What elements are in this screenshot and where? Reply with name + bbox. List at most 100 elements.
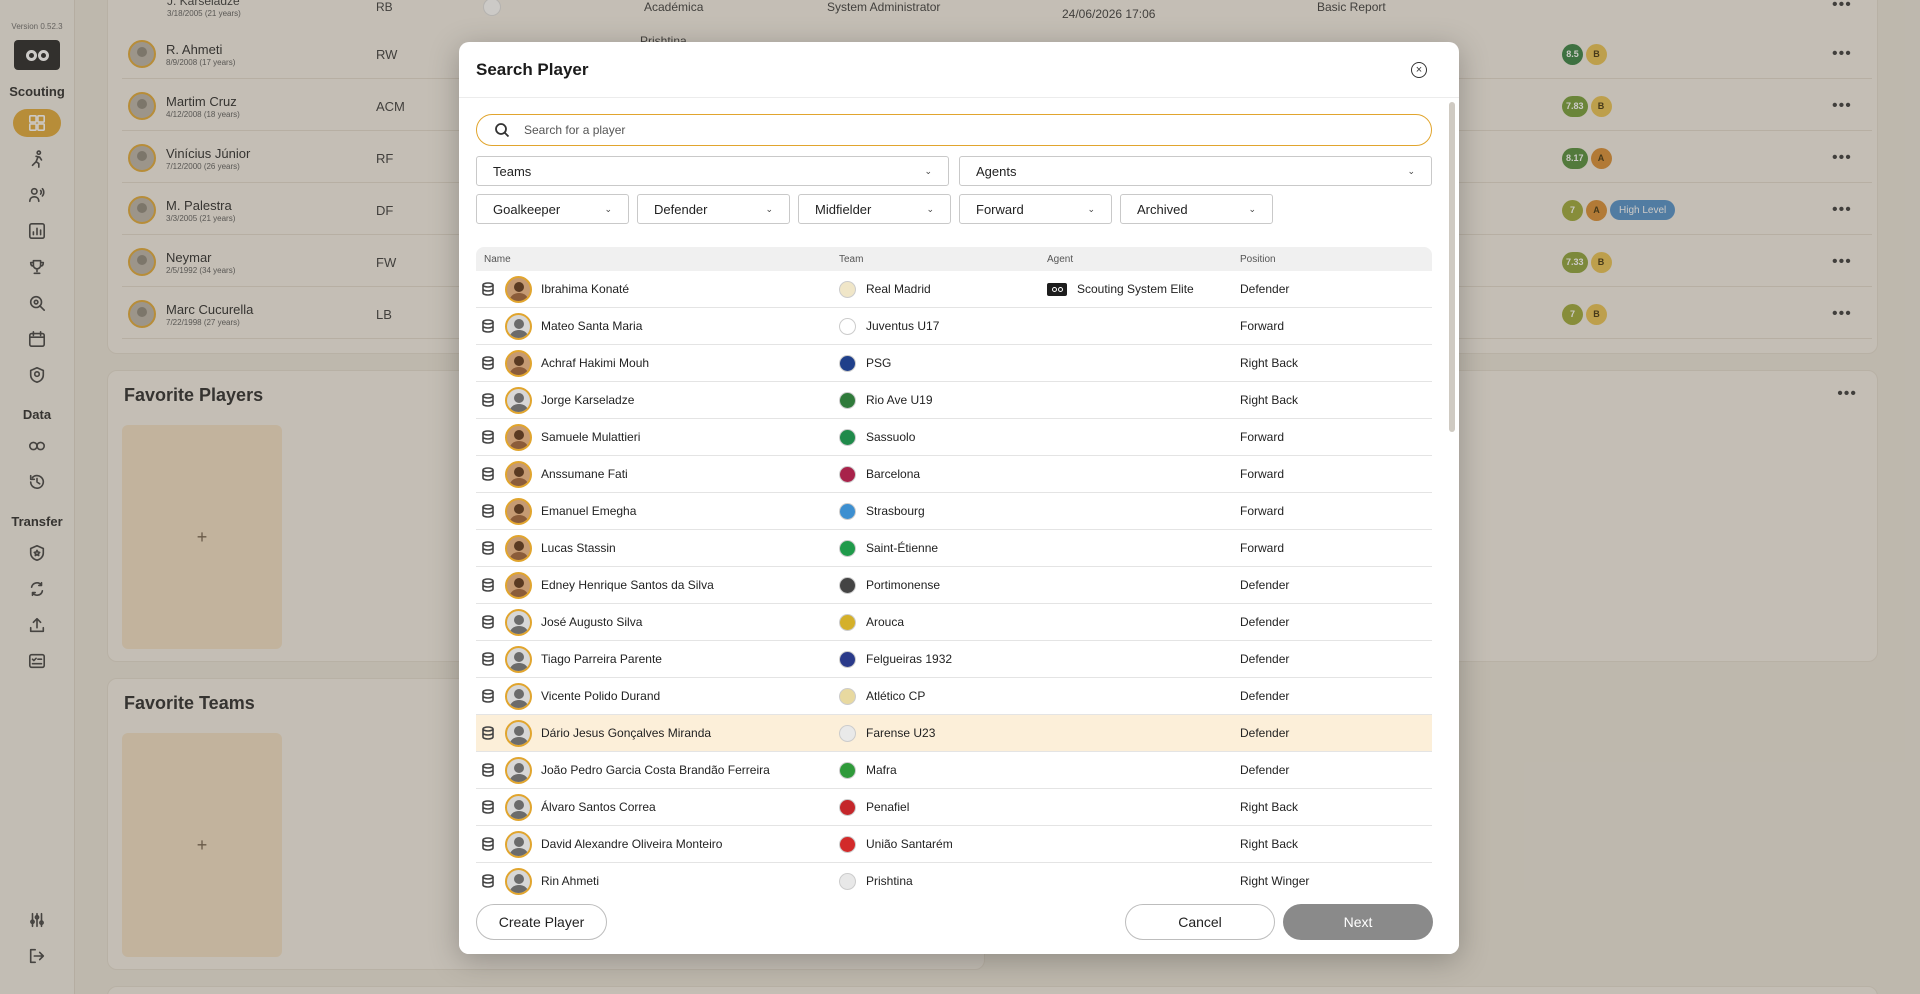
avatar <box>505 867 532 895</box>
database-icon <box>482 615 494 629</box>
team-cell: PSG <box>839 354 1047 372</box>
forward-select[interactable]: Forward ⌄ <box>959 194 1112 224</box>
team-crest-icon <box>839 354 856 372</box>
table-row[interactable]: Achraf Hakimi Mouh PSG Right Back <box>476 345 1432 382</box>
player-name: Anssumane Fati <box>541 467 628 481</box>
chevron-down-icon: ⌄ <box>924 165 932 176</box>
chevron-down-icon: ⌄ <box>604 203 612 214</box>
name-cell: Álvaro Santos Correa <box>476 793 839 821</box>
avatar <box>505 793 532 821</box>
team-cell: Juventus U17 <box>839 317 1047 335</box>
table-row[interactable]: Tiago Parreira Parente Felgueiras 1932 D… <box>476 641 1432 678</box>
midfielder-select[interactable]: Midfielder ⌄ <box>798 194 951 224</box>
team-cell: Arouca <box>839 613 1047 631</box>
search-input[interactable] <box>524 123 1404 137</box>
modal-header: Search Player × <box>459 42 1459 98</box>
team-cell: Farense U23 <box>839 724 1047 742</box>
team-name: Prishtina <box>866 874 913 888</box>
search-player-modal: Search Player × Teams ⌄ Agents ⌄ Goalkeepe… <box>459 42 1459 954</box>
team-name: União Santarém <box>866 837 953 851</box>
team-cell: Real Madrid <box>839 280 1047 298</box>
player-position: Defender <box>1240 615 1290 629</box>
team-cell: Portimonense <box>839 576 1047 594</box>
team-cell: Mafra <box>839 761 1047 779</box>
table-row[interactable]: David Alexandre Oliveira Monteiro União … <box>476 826 1432 863</box>
table-row[interactable]: Jorge Karseladze Rio Ave U19 Right Back <box>476 382 1432 419</box>
create-player-button[interactable]: Create Player <box>476 904 607 940</box>
team-name: Penafiel <box>866 800 910 814</box>
table-row[interactable]: Anssumane Fati Barcelona Forward <box>476 456 1432 493</box>
search-field[interactable] <box>476 114 1432 146</box>
goalkeeper-select[interactable]: Goalkeeper ⌄ <box>476 194 629 224</box>
team-crest-icon <box>839 576 856 594</box>
team-name: Juventus U17 <box>866 319 940 333</box>
table-row[interactable]: Emanuel Emegha Strasbourg Forward <box>476 493 1432 530</box>
player-position: Defender <box>1240 726 1290 740</box>
chevron-down-icon: ⌄ <box>1087 203 1095 214</box>
database-icon <box>482 874 494 888</box>
agent-logo-icon <box>1047 282 1067 296</box>
column-header-name: Name <box>484 253 511 265</box>
next-button[interactable]: Next <box>1283 904 1433 940</box>
name-cell: Tiago Parreira Parente <box>476 645 839 673</box>
player-position: Right Back <box>1240 837 1299 851</box>
database-icon <box>482 652 494 666</box>
player-name: Emanuel Emegha <box>541 504 637 518</box>
name-cell: David Alexandre Oliveira Monteiro <box>476 830 839 858</box>
modal-scrollbar[interactable] <box>1449 102 1455 432</box>
chevron-down-icon: ⌄ <box>1248 203 1256 214</box>
team-name: Strasbourg <box>866 504 925 518</box>
database-icon <box>482 800 494 814</box>
team-name: Arouca <box>866 615 905 629</box>
player-position: Right Back <box>1240 800 1299 814</box>
table-row[interactable]: Vicente Polido Durand Atlético CP Defend… <box>476 678 1432 715</box>
table-row[interactable]: Edney Henrique Santos da Silva Portimone… <box>476 567 1432 604</box>
player-name: Achraf Hakimi Mouh <box>541 356 650 370</box>
team-name: Sassuolo <box>866 430 916 444</box>
cancel-button[interactable]: Cancel <box>1125 904 1275 940</box>
database-icon <box>482 356 494 370</box>
team-cell: Atlético CP <box>839 687 1047 705</box>
player-position: Defender <box>1240 652 1290 666</box>
player-position: Defender <box>1240 689 1290 703</box>
teams-select[interactable]: Teams ⌄ <box>476 156 949 186</box>
avatar <box>505 349 532 377</box>
table-row[interactable]: João Pedro Garcia Costa Brandão Ferreira… <box>476 752 1432 789</box>
team-crest-icon <box>839 835 856 853</box>
table-row[interactable]: Álvaro Santos Correa Penafiel Right Back <box>476 789 1432 826</box>
player-name: Mateo Santa Maria <box>541 319 643 333</box>
table-header: Name Team Agent Position <box>476 247 1432 271</box>
table-row[interactable]: Rin Ahmeti Prishtina Right Winger <box>476 863 1432 900</box>
column-header-position: Position <box>1240 253 1276 265</box>
table-row[interactable]: Ibrahima Konaté Real Madrid Scouting Sys… <box>476 271 1432 308</box>
name-cell: Anssumane Fati <box>476 460 839 488</box>
goalkeeper-select-label: Goalkeeper <box>493 201 561 217</box>
player-name: David Alexandre Oliveira Monteiro <box>541 837 723 851</box>
avatar <box>505 275 532 303</box>
avatar <box>505 830 532 858</box>
table-row[interactable]: Mateo Santa Maria Juventus U17 Forward <box>476 308 1432 345</box>
team-name: Felgueiras 1932 <box>866 652 953 666</box>
table-row[interactable]: Samuele Mulattieri Sassuolo Forward <box>476 419 1432 456</box>
close-icon[interactable]: × <box>1411 62 1427 78</box>
agents-select-label: Agents <box>976 163 1017 179</box>
table-row[interactable]: José Augusto Silva Arouca Defender <box>476 604 1432 641</box>
table-row[interactable]: Dário Jesus Gonçalves Miranda Farense U2… <box>476 715 1432 752</box>
chevron-down-icon: ⌄ <box>926 203 934 214</box>
database-icon <box>482 430 494 444</box>
player-position: Defender <box>1240 282 1290 296</box>
agents-select[interactable]: Agents ⌄ <box>959 156 1432 186</box>
team-cell: Rio Ave U19 <box>839 391 1047 409</box>
team-name: Rio Ave U19 <box>866 393 933 407</box>
archived-select-label: Archived <box>1137 201 1188 217</box>
defender-select[interactable]: Defender ⌄ <box>637 194 790 224</box>
archived-select[interactable]: Archived ⌄ <box>1120 194 1273 224</box>
table-row[interactable]: Lucas Stassin Saint-Étienne Forward <box>476 530 1432 567</box>
team-cell: Penafiel <box>839 798 1047 816</box>
avatar <box>505 756 532 784</box>
database-icon <box>482 763 494 777</box>
player-name: Tiago Parreira Parente <box>541 652 662 666</box>
player-name: João Pedro Garcia Costa Brandão Ferreira <box>541 763 770 777</box>
database-icon <box>482 393 494 407</box>
player-name: Ibrahima Konaté <box>541 282 630 296</box>
